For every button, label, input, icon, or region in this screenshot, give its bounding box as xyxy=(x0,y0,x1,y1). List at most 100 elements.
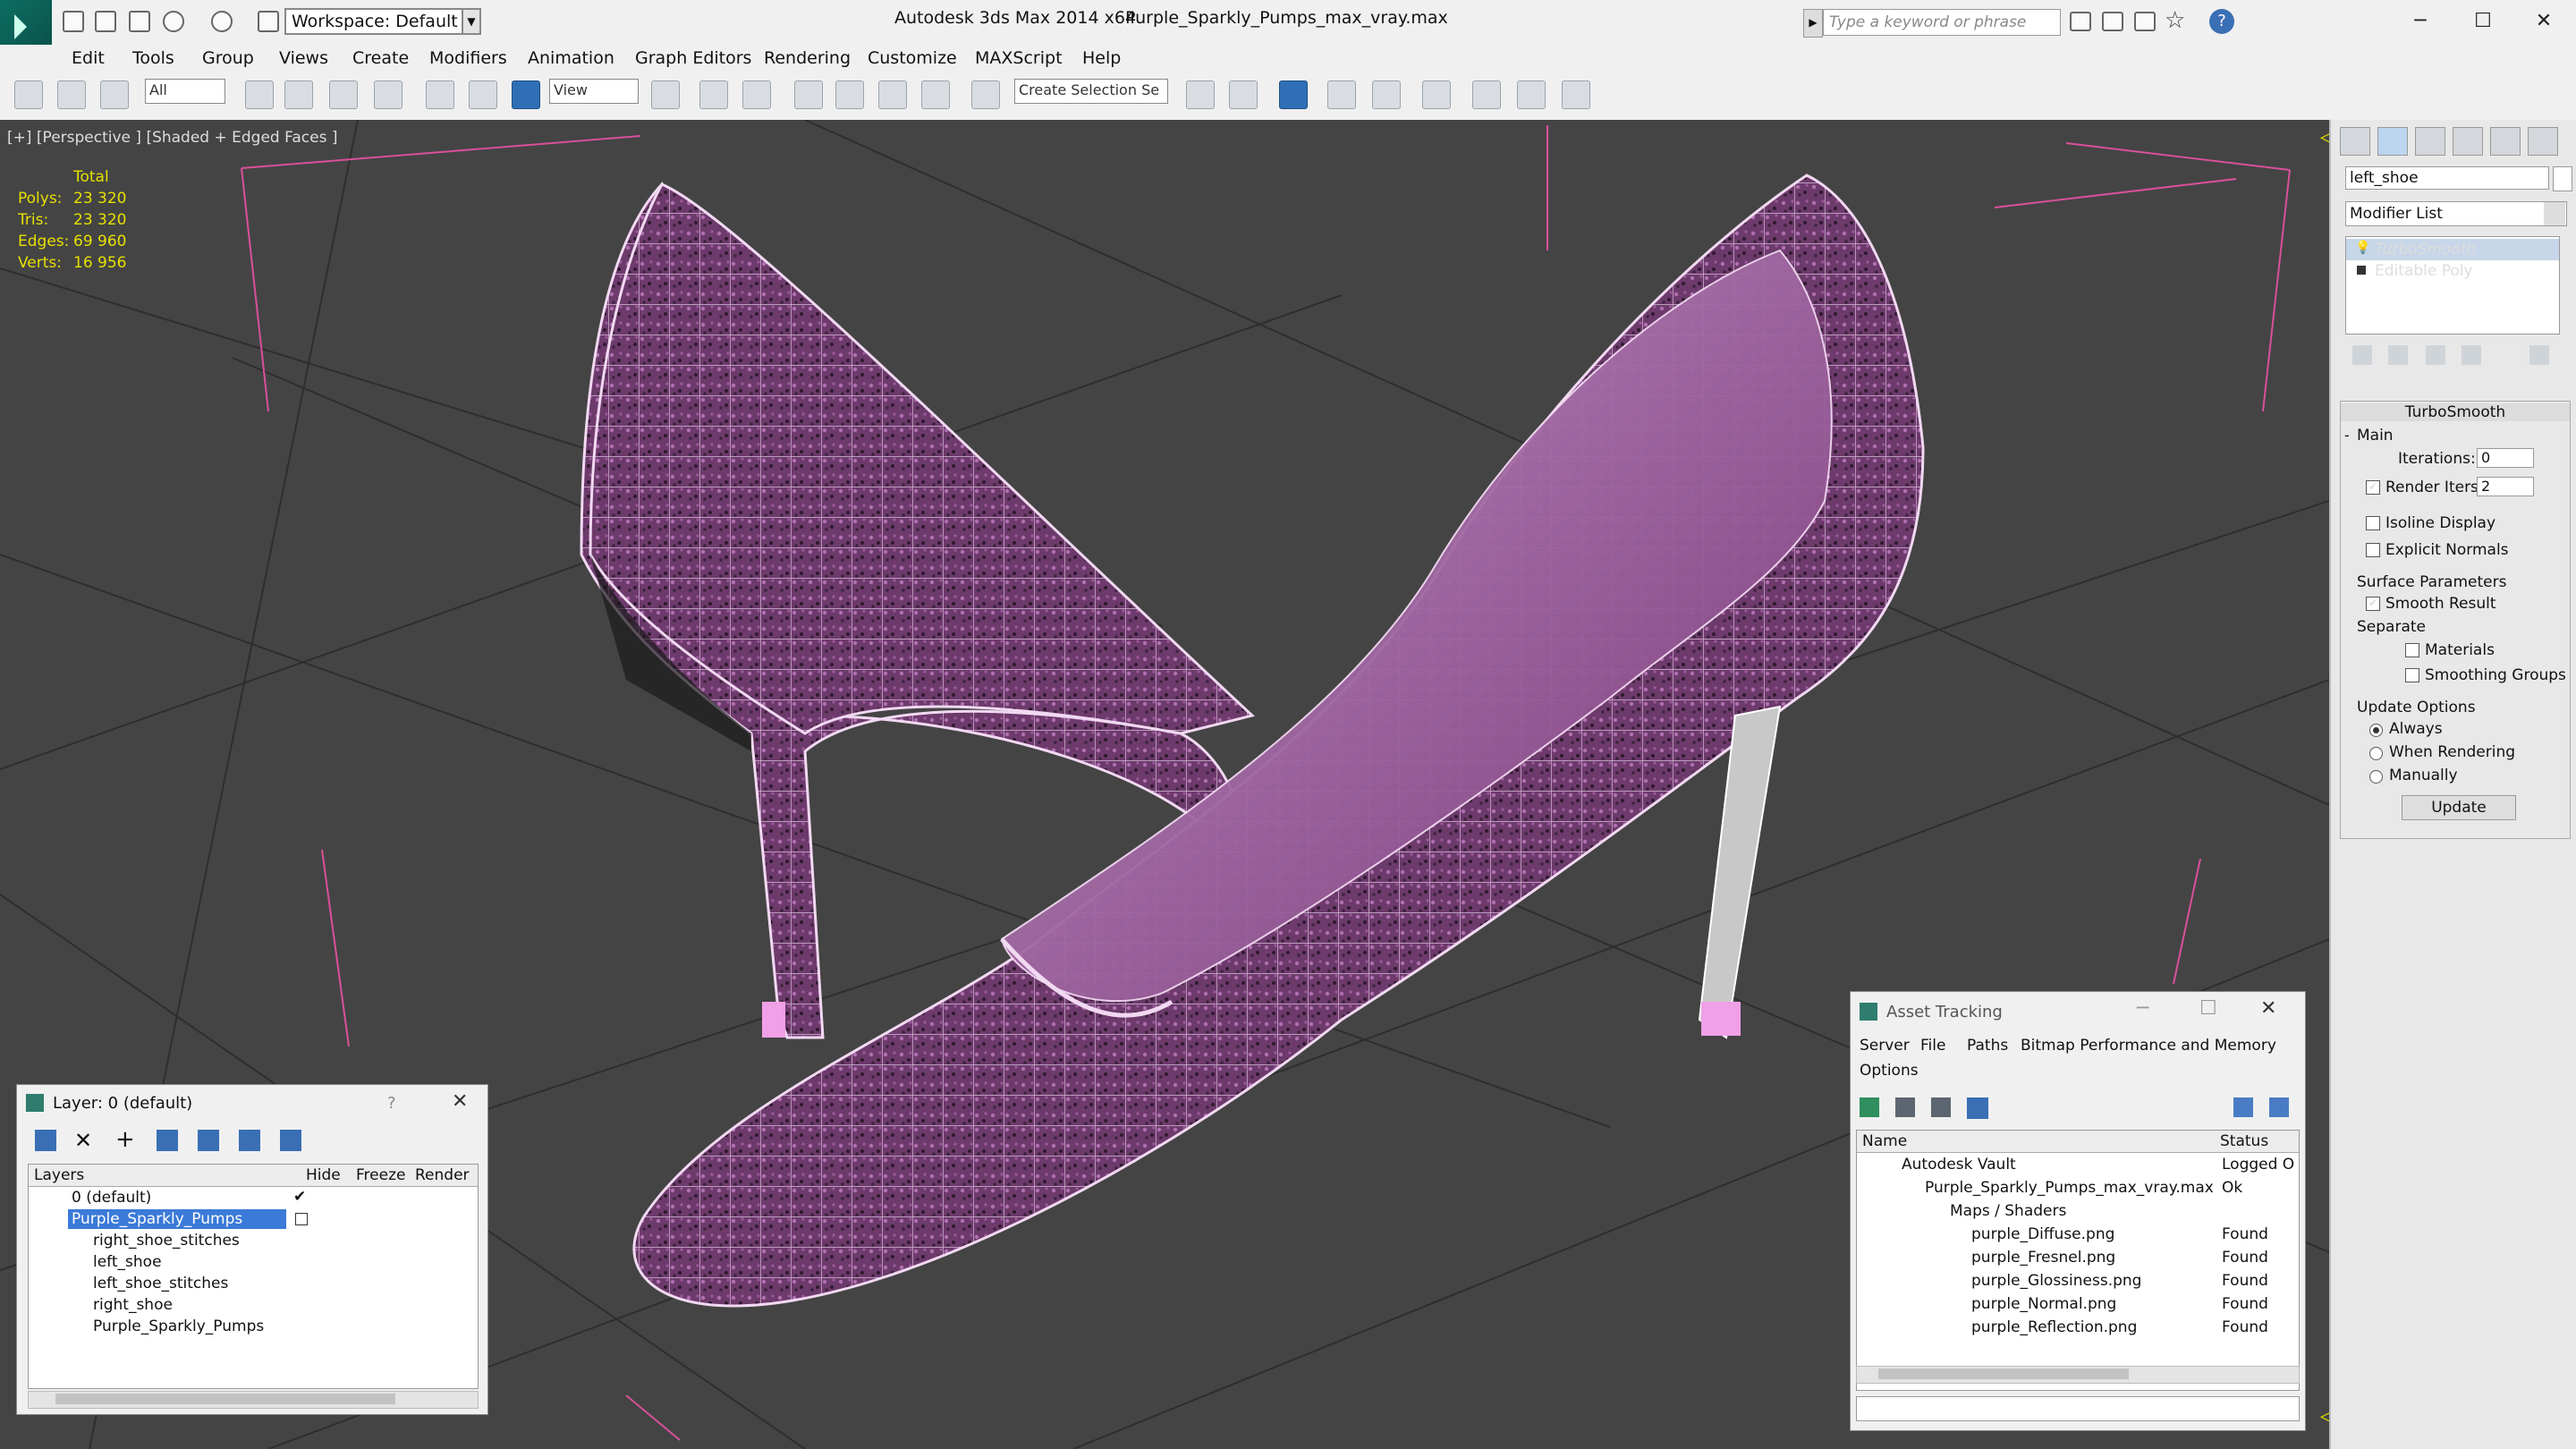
close-icon[interactable]: ✕ xyxy=(2260,997,2276,1020)
named-selection-set-select[interactable]: Create Selection Se xyxy=(1014,79,1168,104)
rotate-icon[interactable] xyxy=(469,80,497,109)
asset-row[interactable]: Maps / Shaders xyxy=(1857,1202,2299,1224)
column-render[interactable]: Render xyxy=(415,1166,470,1184)
asset-row[interactable]: purple_Reflection.png Found xyxy=(1857,1318,2299,1340)
column-layers[interactable]: Layers xyxy=(34,1166,84,1184)
help-icon[interactable]: ? xyxy=(387,1094,396,1113)
isoline-checkbox[interactable] xyxy=(2366,516,2380,530)
search-expand-icon[interactable]: ▶ xyxy=(1803,9,1823,38)
undo-icon[interactable] xyxy=(163,11,184,32)
column-status[interactable]: Status xyxy=(2220,1132,2268,1150)
scrollbar-thumb[interactable] xyxy=(55,1394,395,1404)
close-icon[interactable]: ✕ xyxy=(2517,4,2571,39)
asset-row[interactable]: purple_Glossiness.png Found xyxy=(1857,1272,2299,1293)
menu-file[interactable]: File xyxy=(1920,1037,1945,1055)
layer-row[interactable]: left_shoe_stitches xyxy=(29,1274,478,1295)
menu-maxscript[interactable]: MAXScript xyxy=(975,48,1063,68)
menu-customize[interactable]: Customize xyxy=(868,48,957,68)
pivot-center-icon[interactable] xyxy=(651,80,680,109)
minimize-icon[interactable]: ─ xyxy=(2394,4,2447,39)
modifier-list-select[interactable]: Modifier List xyxy=(2345,201,2567,226)
layer-manager-icon[interactable] xyxy=(1327,80,1356,109)
lightbulb-icon[interactable]: 💡 xyxy=(2355,241,2370,255)
maximize-icon[interactable]: ☐ xyxy=(2456,4,2510,39)
utilities-tab-icon[interactable] xyxy=(2528,127,2558,156)
pin-stack-icon[interactable] xyxy=(2352,345,2372,365)
create-layer-icon[interactable] xyxy=(35,1130,56,1151)
menu-tools[interactable]: Tools xyxy=(132,48,174,68)
when-rendering-radio[interactable] xyxy=(2369,747,2383,760)
unlink-icon[interactable] xyxy=(57,80,86,109)
display-tab-icon[interactable] xyxy=(2490,127,2521,156)
reference-coordinate-select[interactable]: View xyxy=(549,79,639,104)
edit-named-selection-icon[interactable] xyxy=(971,80,1000,109)
move-icon[interactable] xyxy=(426,80,454,109)
motion-tab-icon[interactable] xyxy=(2453,127,2483,156)
asset-row[interactable]: Autodesk Vault Logged O xyxy=(1857,1156,2299,1177)
bind-space-warp-icon[interactable] xyxy=(100,80,129,109)
scrollbar-thumb[interactable] xyxy=(1878,1368,2129,1379)
column-freeze[interactable]: Freeze xyxy=(356,1166,405,1184)
layer-row[interactable]: Purple_Sparkly_Pumps xyxy=(29,1209,478,1231)
layer-row[interactable]: right_shoe_stitches xyxy=(29,1231,478,1252)
explicit-normals-checkbox[interactable] xyxy=(2366,543,2380,557)
viewport-label[interactable]: [+] [Perspective ] [Shaded + Edged Faces… xyxy=(7,129,337,147)
snaps-toggle-icon[interactable] xyxy=(794,80,823,109)
menu-help[interactable]: Help xyxy=(1082,48,1121,68)
rollout-collapse-icon[interactable]: - xyxy=(2344,427,2350,444)
project-folder-icon[interactable] xyxy=(258,11,279,32)
modify-tab-icon[interactable] xyxy=(2377,127,2408,156)
layer-row[interactable]: 0 (default) ✔ xyxy=(29,1188,478,1209)
rectangular-region-icon[interactable] xyxy=(329,80,358,109)
chevron-down-icon[interactable]: ▼ xyxy=(2544,202,2565,225)
menu-group[interactable]: Group xyxy=(202,48,254,68)
hide-all-layers-icon[interactable] xyxy=(239,1130,260,1151)
create-tab-icon[interactable] xyxy=(2340,127,2370,156)
scale-icon[interactable] xyxy=(512,80,540,109)
smooth-result-checkbox[interactable]: ✔ xyxy=(2366,597,2380,611)
spinner-snap-icon[interactable] xyxy=(921,80,950,109)
menu-rendering[interactable]: Rendering xyxy=(764,48,851,68)
asset-row[interactable]: Purple_Sparkly_Pumps_max_vray.max Ok xyxy=(1857,1179,2299,1200)
help-icon[interactable]: ? xyxy=(2209,9,2234,34)
viewport-nav-icon[interactable]: ◁ xyxy=(2320,1405,2329,1428)
list-view-icon[interactable] xyxy=(1895,1097,1915,1117)
favorites-star-icon[interactable]: ☆ xyxy=(2165,7,2185,34)
layer-checkbox[interactable] xyxy=(295,1213,308,1225)
maximize-icon[interactable]: ☐ xyxy=(2199,997,2217,1020)
select-object-icon[interactable] xyxy=(245,80,274,109)
link-icon[interactable] xyxy=(14,80,43,109)
render-iters-checkbox[interactable]: ✔ xyxy=(2366,480,2380,495)
save-file-icon[interactable] xyxy=(129,11,150,32)
align-icon[interactable] xyxy=(1229,80,1258,109)
column-name[interactable]: Name xyxy=(1862,1132,1907,1150)
render-setup-icon[interactable] xyxy=(1517,80,1546,109)
open-file-icon[interactable] xyxy=(95,11,116,32)
expand-icon[interactable] xyxy=(2357,266,2366,275)
horizontal-scrollbar[interactable] xyxy=(1856,1366,2300,1384)
column-hide[interactable]: Hide xyxy=(306,1166,341,1184)
angle-snap-icon[interactable] xyxy=(835,80,864,109)
object-name-field[interactable]: left_shoe xyxy=(2345,166,2549,190)
rollout-title[interactable]: TurboSmooth xyxy=(2341,403,2570,421)
hierarchy-tab-icon[interactable] xyxy=(2415,127,2445,156)
manipulate-icon[interactable] xyxy=(699,80,728,109)
close-icon[interactable]: ✕ xyxy=(452,1090,468,1113)
object-color-swatch[interactable] xyxy=(2553,166,2572,191)
material-editor-icon[interactable] xyxy=(1472,80,1501,109)
new-file-icon[interactable] xyxy=(63,11,84,32)
grid-view-icon[interactable] xyxy=(1967,1097,1988,1119)
add-to-layer-icon[interactable]: + xyxy=(115,1126,135,1153)
update-button[interactable]: Update xyxy=(2402,795,2516,820)
menu-animation[interactable]: Animation xyxy=(528,48,614,68)
highlight-layer-icon[interactable] xyxy=(198,1130,219,1151)
current-layer-check-icon[interactable]: ✔ xyxy=(293,1188,306,1206)
menu-modifiers[interactable]: Modifiers xyxy=(429,48,507,68)
minimize-icon[interactable]: ─ xyxy=(2137,997,2148,1020)
render-iters-spinner[interactable]: 2 xyxy=(2477,477,2534,496)
refresh-icon[interactable] xyxy=(1860,1097,1879,1117)
smoothing-groups-checkbox[interactable] xyxy=(2405,668,2419,682)
menu-server[interactable]: Server xyxy=(1860,1037,1910,1055)
always-radio[interactable] xyxy=(2369,724,2383,737)
menu-options[interactable]: Options xyxy=(1860,1062,1919,1080)
